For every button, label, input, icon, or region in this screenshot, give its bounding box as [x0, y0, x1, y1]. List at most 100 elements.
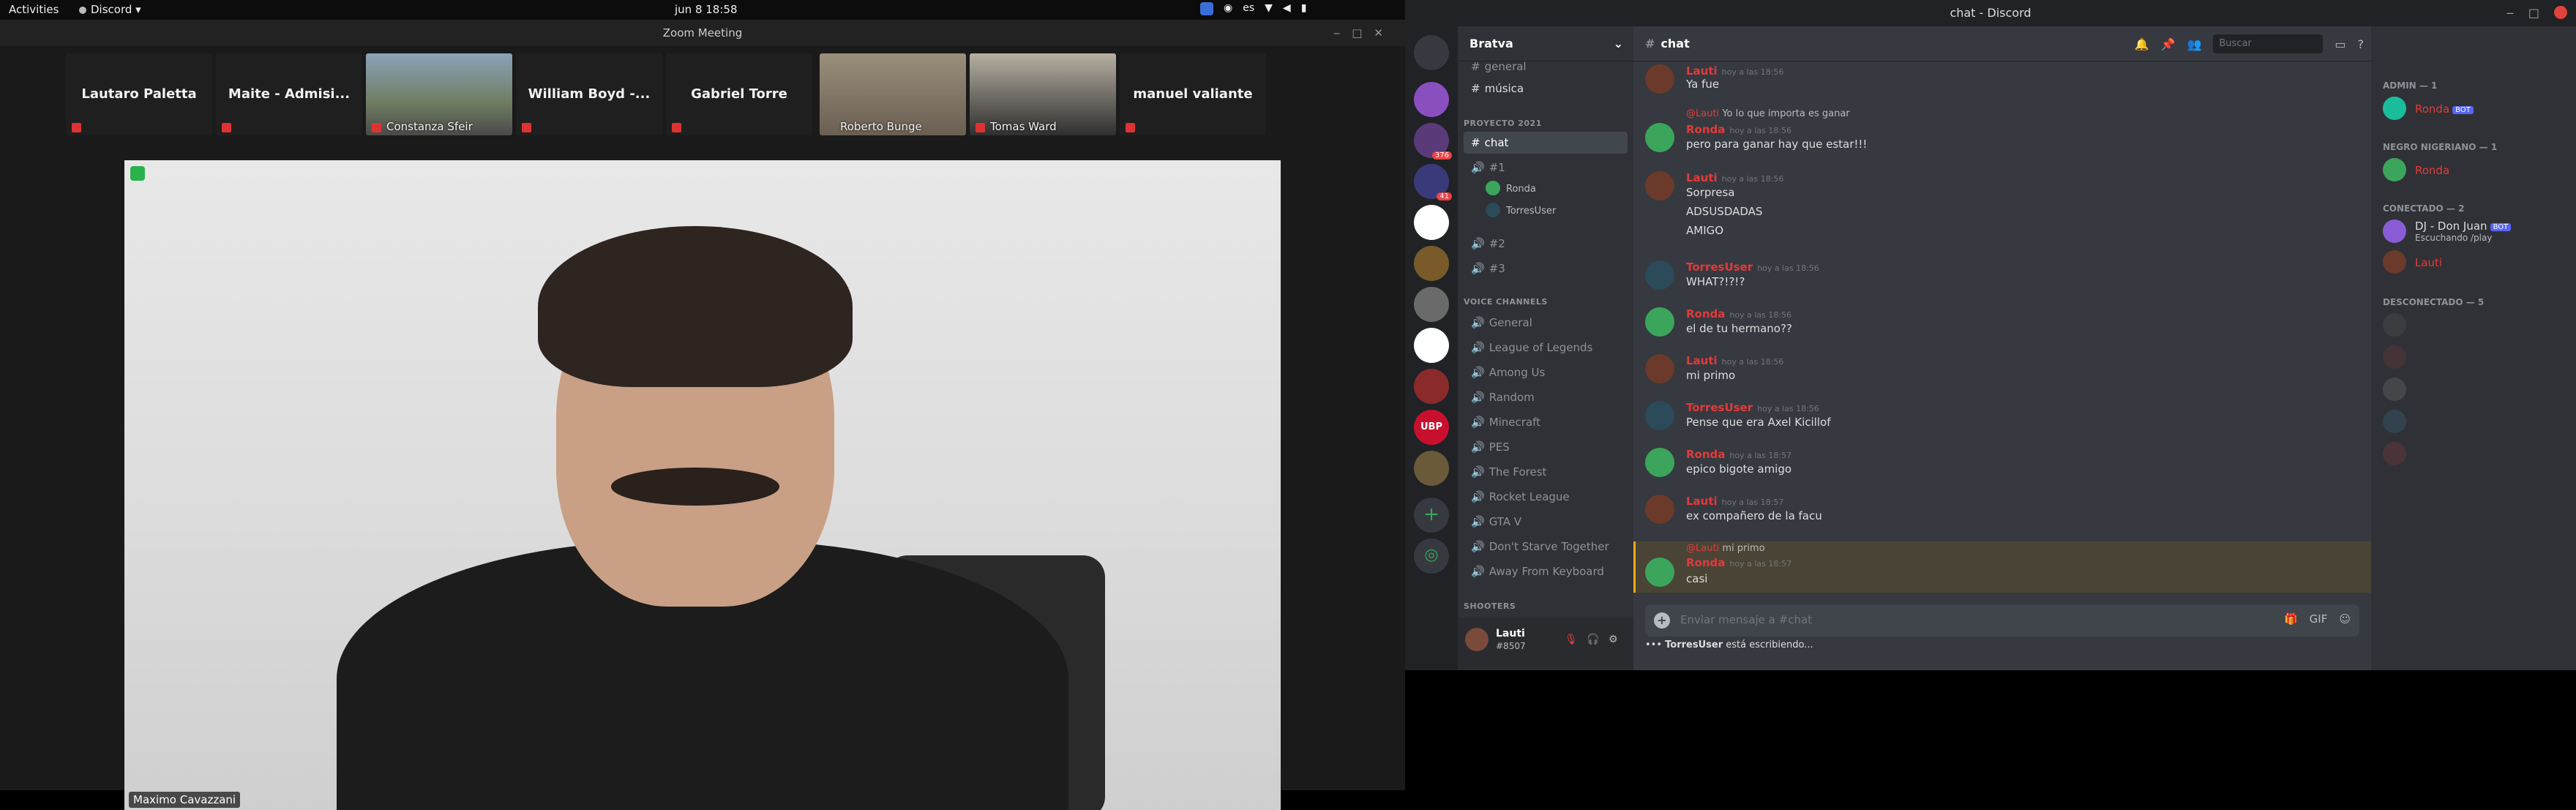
- voice-channel[interactable]: 🔊 Random: [1464, 386, 1628, 408]
- app-menu[interactable]: Discord ▾: [79, 3, 141, 16]
- member-item[interactable]: DJ - Don Juan BOT Escuchando /play: [2383, 217, 2566, 246]
- avatar[interactable]: [1645, 260, 1674, 290]
- gear-icon[interactable]: ⚙: [1609, 634, 1622, 647]
- voice-channel[interactable]: 🔊 Among Us: [1464, 361, 1628, 383]
- avatar[interactable]: [1645, 558, 1674, 587]
- participant-tile[interactable]: Lautaro Paletta: [66, 53, 212, 135]
- message-author[interactable]: Lauti: [1686, 64, 1718, 78]
- avatar[interactable]: [1645, 64, 1674, 94]
- voice-channel-3[interactable]: 🔊 #3: [1464, 258, 1628, 280]
- avatar[interactable]: [1645, 495, 1674, 524]
- voice-channel-2[interactable]: 🔊 #2: [1464, 233, 1628, 255]
- channel-general[interactable]: # general: [1464, 56, 1628, 78]
- participant-video-tile[interactable]: Tomas Ward: [970, 53, 1116, 135]
- member-item-offline[interactable]: [2383, 310, 2566, 340]
- avatar[interactable]: [1645, 171, 1674, 200]
- voice-channel[interactable]: 🔊 General: [1464, 312, 1628, 334]
- avatar[interactable]: [1645, 401, 1674, 430]
- participant-video-tile[interactable]: Constanza Sfeir: [366, 53, 512, 135]
- discord-tray-icon[interactable]: ◉: [1224, 2, 1232, 15]
- message-author[interactable]: Lauti: [1686, 354, 1718, 367]
- message-author[interactable]: Ronda: [1686, 123, 1725, 136]
- member-item-offline[interactable]: [2383, 407, 2566, 436]
- gif-icon[interactable]: GIF: [2310, 612, 2328, 626]
- message-input[interactable]: + Enviar mensaje a #chat 🎁 GIF ☺: [1645, 604, 2359, 637]
- server-icon[interactable]: [1414, 369, 1449, 404]
- close-icon[interactable]: [2554, 6, 2567, 19]
- participant-video-tile[interactable]: Roberto Bunge: [820, 53, 966, 135]
- emoji-icon[interactable]: ☺: [2339, 612, 2351, 626]
- category-proyecto[interactable]: PROYECTO 2021: [1464, 119, 1542, 128]
- member-item[interactable]: Ronda BOT: [2383, 94, 2566, 123]
- voice-channel[interactable]: 🔊 Minecraft: [1464, 411, 1628, 433]
- server-icon[interactable]: [1414, 246, 1449, 281]
- discord-window-controls[interactable]: ‒□: [2506, 0, 2567, 26]
- server-icon[interactable]: [1414, 328, 1449, 363]
- voice-channel[interactable]: 🔊 Don't Starve Together: [1464, 536, 1628, 558]
- voice-channel[interactable]: 🔊 League of Legends: [1464, 337, 1628, 359]
- avatar[interactable]: [1645, 307, 1674, 337]
- activities-button[interactable]: Activities: [9, 3, 59, 16]
- participant-tile[interactable]: Maite - Admisi...: [216, 53, 362, 135]
- avatar[interactable]: [1645, 123, 1674, 152]
- participant-tile[interactable]: manuel valiante: [1120, 53, 1266, 135]
- participant-tile[interactable]: William Boyd -...: [516, 53, 662, 135]
- message-author[interactable]: Lauti: [1686, 495, 1718, 508]
- message-author[interactable]: TorresUser: [1686, 401, 1753, 414]
- reply-preview[interactable]: @Lauti mi primo: [1686, 543, 1765, 554]
- channel-chat[interactable]: # chat: [1464, 132, 1628, 154]
- search-input[interactable]: Buscar: [2213, 34, 2324, 53]
- voice-channel[interactable]: 🔊 Rocket League: [1464, 486, 1628, 508]
- member-item[interactable]: Lauti: [2383, 247, 2566, 277]
- server-icon[interactable]: 41: [1414, 164, 1452, 200]
- message-author[interactable]: Ronda: [1686, 556, 1725, 569]
- avatar[interactable]: [1645, 448, 1674, 477]
- server-icon-active[interactable]: [1414, 205, 1449, 240]
- gift-icon[interactable]: 🎁: [2284, 612, 2298, 626]
- message-author[interactable]: Ronda: [1686, 448, 1725, 461]
- explore-servers-icon[interactable]: ◎: [1414, 539, 1449, 574]
- shield-icon[interactable]: [130, 166, 145, 181]
- voice-channel[interactable]: 🔊 PES: [1464, 436, 1628, 458]
- server-icon-ubp[interactable]: UBP: [1414, 410, 1449, 445]
- home-discord-icon[interactable]: [1414, 35, 1449, 70]
- server-icon[interactable]: [1414, 82, 1449, 117]
- help-icon[interactable]: ?: [2358, 37, 2365, 51]
- message-author[interactable]: TorresUser: [1686, 260, 1753, 274]
- reply-preview[interactable]: @Lauti Yo lo que importa es ganar: [1686, 108, 1850, 119]
- server-icon[interactable]: [1414, 287, 1449, 322]
- active-speaker-video[interactable]: Maximo Cavazzani: [124, 160, 1281, 810]
- avatar[interactable]: [1645, 354, 1674, 383]
- voice-user[interactable]: TorresUser: [1486, 202, 1556, 221]
- tray-app-icon[interactable]: [1200, 2, 1213, 15]
- avatar[interactable]: [1465, 628, 1489, 651]
- add-server-icon[interactable]: +: [1414, 498, 1449, 533]
- category-voice[interactable]: VOICE CHANNELS: [1464, 297, 1548, 307]
- server-icon[interactable]: [1414, 451, 1449, 486]
- deafen-headphones-icon[interactable]: 🎧: [1587, 634, 1600, 647]
- member-item[interactable]: Ronda: [2383, 155, 2566, 184]
- system-tray[interactable]: ◉ es ▼ ◀ ▮: [1200, 2, 1306, 15]
- voice-channel[interactable]: 🔊 Away From Keyboard: [1464, 560, 1628, 582]
- language-indicator[interactable]: es: [1243, 2, 1254, 15]
- member-item-offline[interactable]: [2383, 439, 2566, 468]
- add-attachment-icon[interactable]: +: [1654, 612, 1670, 629]
- voice-channel[interactable]: 🔊 The Forest: [1464, 461, 1628, 483]
- zoom-window-controls[interactable]: ‒□✕: [1333, 20, 1395, 46]
- voice-channel-1[interactable]: 🔊 #1: [1464, 157, 1628, 179]
- clock[interactable]: jun 8 18:58: [675, 3, 738, 16]
- message-author[interactable]: Lauti: [1686, 171, 1718, 184]
- mute-mic-icon[interactable]: 🎙: [1565, 634, 1578, 647]
- participant-tile[interactable]: Gabriel Torre: [666, 53, 812, 135]
- pin-icon[interactable]: 📌: [2161, 37, 2176, 51]
- inbox-icon[interactable]: ▭: [2334, 37, 2345, 51]
- member-item-offline[interactable]: [2383, 375, 2566, 404]
- category-shooters[interactable]: SHOOTERS: [1464, 601, 1516, 611]
- member-item-offline[interactable]: [2383, 342, 2566, 372]
- bell-icon[interactable]: 🔔: [2135, 37, 2149, 51]
- voice-channel[interactable]: 🔊 GTA V: [1464, 511, 1628, 533]
- voice-user[interactable]: Ronda: [1486, 180, 1536, 199]
- channel-musica[interactable]: # música: [1464, 78, 1628, 100]
- message-author[interactable]: Ronda: [1686, 307, 1725, 320]
- members-icon[interactable]: 👥: [2187, 37, 2201, 51]
